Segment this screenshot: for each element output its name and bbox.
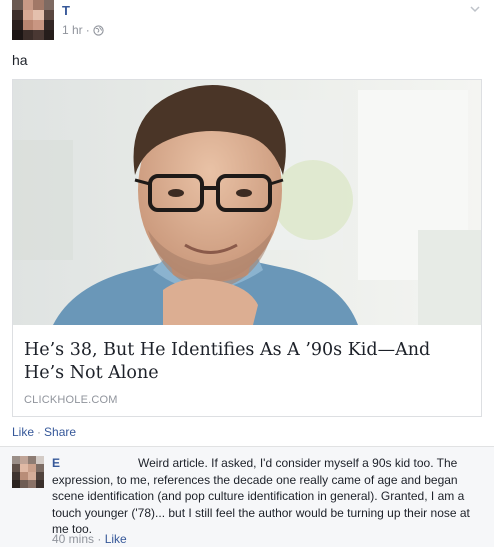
- commenter-avatar[interactable]: [12, 456, 44, 488]
- post-timestamp[interactable]: 1 hr: [62, 23, 83, 37]
- comment-meta-separator: ·: [97, 532, 102, 546]
- comment-body: E Weird article. If asked, I'd consider m…: [52, 455, 476, 538]
- globe-icon[interactable]: [93, 24, 104, 36]
- comment-like-button[interactable]: Like: [105, 532, 127, 546]
- share-button[interactable]: Share: [44, 425, 76, 439]
- comment-timestamp[interactable]: 40 mins: [52, 532, 94, 546]
- link-title[interactable]: He’s 38, But He Identifies As A ’90s Kid…: [24, 339, 474, 385]
- post-author-name[interactable]: T: [62, 3, 70, 18]
- post-text: ha: [12, 52, 28, 68]
- link-domain: CLICKHOLE.COM: [24, 394, 118, 406]
- author-avatar[interactable]: [12, 0, 54, 40]
- post-header: T 1 hr ·: [12, 0, 482, 44]
- post-actions: Like · Share: [12, 425, 76, 439]
- post-meta: 1 hr ·: [62, 23, 104, 37]
- like-button[interactable]: Like: [12, 425, 34, 439]
- comment-meta: 40 mins · Like: [52, 532, 127, 546]
- chevron-down-icon[interactable]: [468, 2, 482, 16]
- commenter-name[interactable]: E: [52, 456, 60, 470]
- actions-separator: ·: [37, 425, 42, 439]
- link-preview-image[interactable]: [13, 80, 481, 325]
- meta-separator: ·: [85, 23, 90, 37]
- comment-text: Weird article. If asked, I'd consider my…: [52, 456, 470, 536]
- comment-section: E Weird article. If asked, I'd consider m…: [0, 446, 494, 547]
- link-preview-card[interactable]: He’s 38, But He Identifies As A ’90s Kid…: [12, 79, 482, 417]
- man-with-glasses-photo: [13, 80, 481, 325]
